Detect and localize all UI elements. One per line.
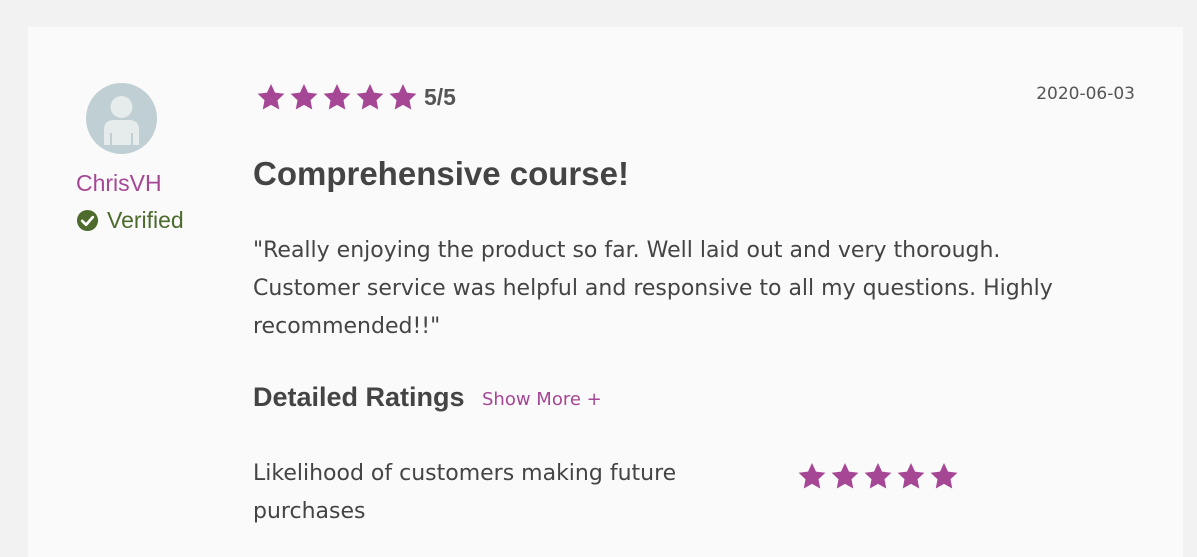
criterion-label: Likelihood of customers making future pu…	[253, 461, 677, 524]
overall-rating: 5/5	[256, 82, 456, 112]
star-icon	[389, 84, 417, 110]
show-more-link[interactable]: Show More +	[482, 389, 602, 410]
review-card: ChrisVH Verified 5/5 2020-06-03 Comprehe…	[28, 27, 1183, 557]
star-icon	[290, 84, 318, 110]
star-icon	[323, 84, 351, 110]
rating-score: 5/5	[424, 83, 456, 110]
user-silhouette-icon	[104, 96, 139, 145]
avatar	[86, 83, 157, 154]
criterion-star-rating	[797, 461, 962, 491]
star-icon	[257, 84, 285, 110]
check-circle-icon	[76, 209, 99, 232]
star-icon	[356, 84, 384, 110]
review-title: Comprehensive course!	[253, 155, 629, 192]
star-icon	[864, 463, 892, 489]
review-date: 2020-06-03	[1036, 84, 1135, 104]
star-icon	[831, 463, 859, 489]
star-icon	[930, 463, 958, 489]
verified-label: Verified	[107, 207, 184, 233]
detailed-ratings-heading: Detailed Ratings	[253, 382, 465, 412]
reviewer-name: ChrisVH	[76, 170, 162, 196]
verified-badge: Verified	[76, 207, 184, 234]
star-icon	[798, 463, 826, 489]
star-rating	[256, 82, 421, 112]
star-icon	[897, 463, 925, 489]
review-body: "Really enjoying the product so far. Wel…	[253, 238, 1053, 339]
